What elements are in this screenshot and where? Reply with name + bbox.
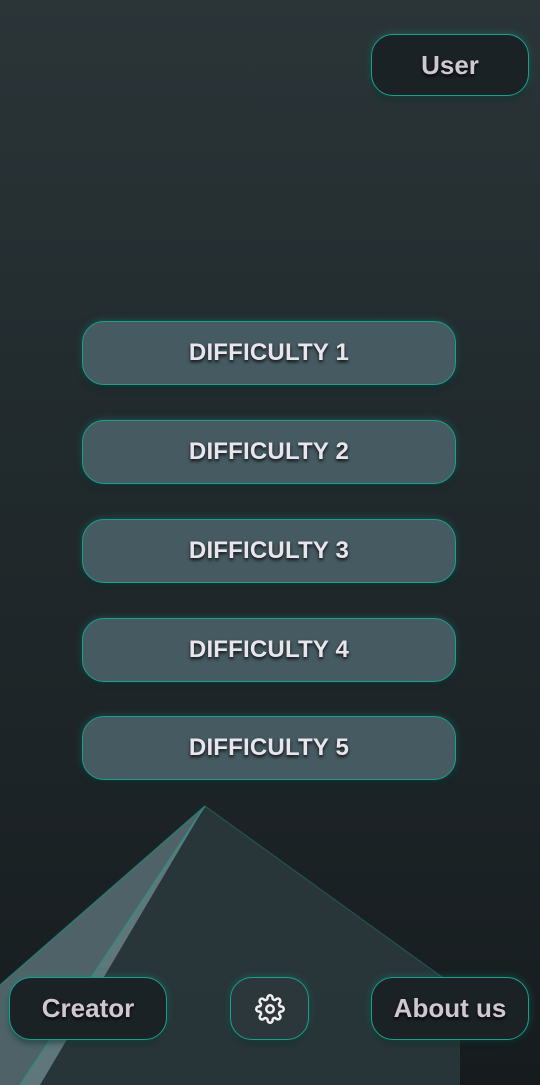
difficulty-1-button[interactable]: DIFFICULTY 1 [82,321,456,385]
difficulty-5-button[interactable]: DIFFICULTY 5 [82,716,456,780]
user-button-label: User [421,49,479,80]
difficulty-1-label: DIFFICULTY 1 [188,339,350,366]
difficulty-3-label: DIFFICULTY 3 [188,537,350,564]
gear-icon [254,993,285,1024]
difficulty-3-button[interactable]: DIFFICULTY 3 [82,519,456,583]
creator-button-label: Creator [41,993,135,1023]
difficulty-4-button[interactable]: DIFFICULTY 4 [82,618,456,682]
main-menu-screen: User DIFFICULTY 1 DIFFICULTY 2 DIFFICULT… [0,0,540,1085]
creator-button[interactable]: Creator [9,977,167,1040]
about-us-button-label: About us [393,993,507,1023]
settings-button[interactable] [230,977,309,1040]
difficulty-4-label: DIFFICULTY 4 [188,636,350,663]
difficulty-5-label: DIFFICULTY 5 [188,734,350,761]
user-button[interactable]: User [371,34,529,96]
about-us-button[interactable]: About us [371,977,529,1040]
difficulty-2-button[interactable]: DIFFICULTY 2 [82,420,456,484]
difficulty-2-label: DIFFICULTY 2 [188,438,350,465]
